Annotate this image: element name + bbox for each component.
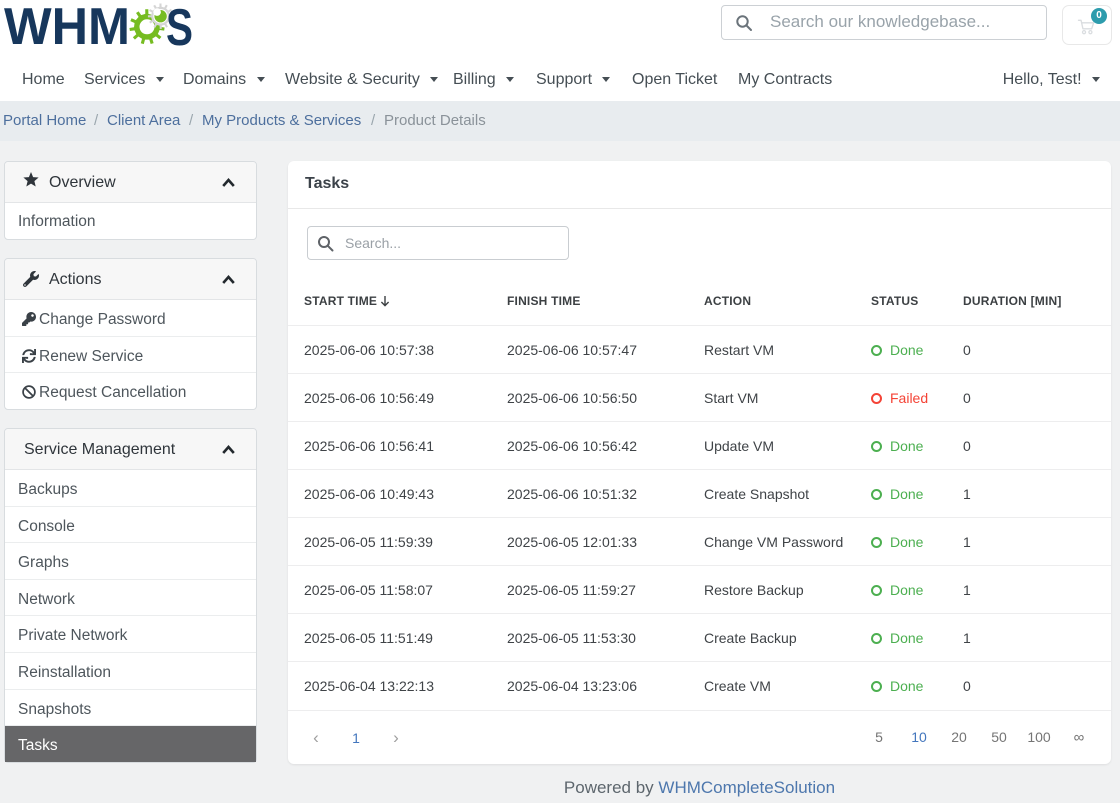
- svg-text:WHM: WHM: [4, 0, 130, 52]
- svg-text:S: S: [166, 0, 193, 52]
